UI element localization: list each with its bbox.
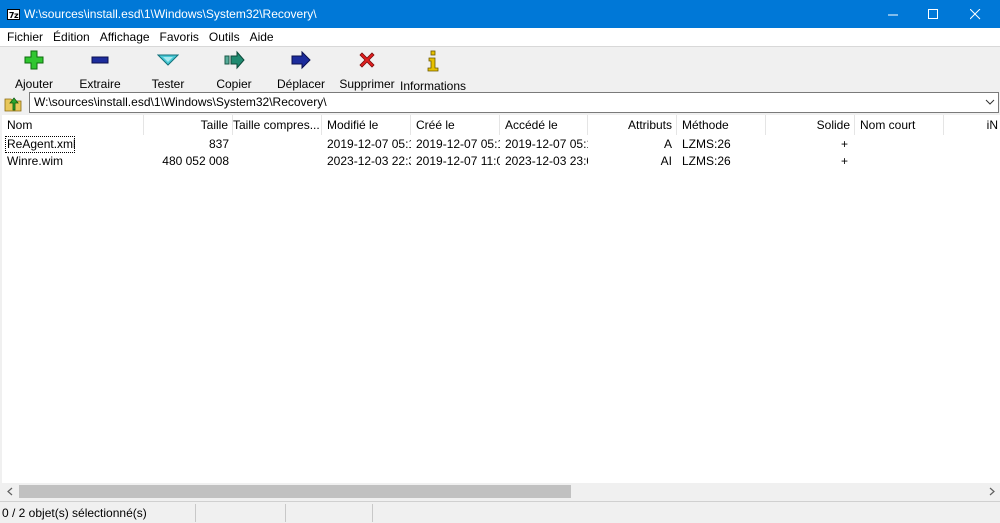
extract-label: Extraire [79,77,121,91]
file-method: LZMS:26 [682,137,731,151]
add-button[interactable]: Ajouter [14,50,54,91]
delete-button[interactable]: Supprimer [339,50,395,91]
file-accessed: 2023-12-03 23:00 [505,154,588,168]
close-icon [969,8,980,19]
file-modified: 2023-12-03 22:36 [327,154,411,168]
extract-button[interactable]: Extraire [79,50,121,91]
selection-status: 0 / 2 objet(s) sélectionné(s) [2,504,196,522]
toolbar: Ajouter Extraire Tester Copier Déplacer … [0,46,1000,93]
menu-fichier[interactable]: Fichier [2,30,48,44]
menu-favoris[interactable]: Favoris [155,30,204,44]
file-method: LZMS:26 [682,154,731,168]
column-header-solid[interactable]: Solide [766,115,855,135]
file-accessed: 2019-12-07 05:12 [505,137,588,151]
column-header-modified[interactable]: Modifié le [322,115,411,135]
file-list[interactable]: Nom Taille Taille compres... Modifié le … [2,115,1000,483]
file-size: 837 [208,137,229,151]
file-created: 2019-12-07 11:06 [416,154,500,168]
file-attributes: A [663,137,672,151]
menu-bar: Fichier Édition Affichage Favoris Outils… [0,28,1000,46]
minus-icon [88,50,112,70]
file-attributes: AI [660,154,672,168]
file-solid: + [840,137,848,151]
column-header-attributes[interactable]: Attributs [588,115,677,135]
column-header-created[interactable]: Créé le [411,115,500,135]
column-header-size[interactable]: Taille [144,115,233,135]
file-created: 2019-12-07 05:14 [416,137,500,151]
menu-affichage[interactable]: Affichage [95,30,155,44]
horizontal-scrollbar[interactable] [2,483,1000,500]
plus-icon [22,50,46,70]
file-packed-size [233,136,318,153]
column-header-name[interactable]: Nom [2,115,144,135]
window-controls [870,0,1000,28]
window-title: W:\sources\install.esd\1\Windows\System3… [24,7,317,21]
table-row[interactable]: Winre.wim 480 052 008 2023-12-03 22:36 2… [2,153,1000,170]
menu-edition[interactable]: Édition [48,30,95,44]
folder-up-icon[interactable] [4,94,22,112]
maximize-icon [927,8,938,19]
info-icon [421,50,445,72]
scroll-right-icon[interactable] [987,485,997,498]
move-button[interactable]: Déplacer [276,50,326,91]
address-value: W:\sources\install.esd\1\Windows\System3… [34,95,327,109]
file-packed-size [233,153,318,170]
delete-x-icon [355,50,379,70]
test-label: Tester [151,77,185,91]
add-label: Ajouter [14,77,54,91]
copy-arrow-icon [222,50,246,70]
column-header-method[interactable]: Méthode [677,115,766,135]
menu-outils[interactable]: Outils [204,30,245,44]
file-size: 480 052 008 [162,154,229,168]
check-arrow-icon [156,50,180,70]
column-header-packed-size[interactable]: Taille compres... [233,115,322,135]
file-solid: + [840,154,848,168]
status-bar: 0 / 2 objet(s) sélectionné(s) [0,501,1000,523]
address-input[interactable]: W:\sources\install.esd\1\Windows\System3… [29,92,999,113]
chevron-down-icon[interactable] [984,96,996,108]
close-button[interactable] [950,0,1000,28]
file-modified: 2019-12-07 05:12 [327,137,411,151]
column-header-short-name[interactable]: Nom court [855,115,944,135]
status-pane-packed [286,504,373,522]
minimize-button[interactable] [870,0,916,28]
status-pane-info [373,504,1000,522]
delete-label: Supprimer [339,77,395,91]
file-name: ReAgent.xml [5,136,75,153]
move-arrow-icon [289,50,313,70]
scrollbar-thumb[interactable] [19,485,571,498]
test-button[interactable]: Tester [148,50,188,91]
minimize-icon [887,14,898,15]
table-row[interactable]: ReAgent.xml 837 2019-12-07 05:12 2019-12… [2,136,1000,153]
file-short-name [860,153,944,170]
file-short-name [860,136,944,153]
maximize-button[interactable] [916,0,950,28]
7zip-app-icon[interactable]: 7z [7,8,20,20]
info-button[interactable]: Informations [400,50,466,93]
scroll-left-icon[interactable] [5,485,15,498]
copy-button[interactable]: Copier [214,50,254,91]
column-header-inode[interactable]: iN [944,115,1000,135]
status-pane-size [196,504,286,522]
copy-label: Copier [216,77,252,91]
menu-aide[interactable]: Aide [245,30,279,44]
move-label: Déplacer [276,77,326,91]
column-header-accessed[interactable]: Accédé le [500,115,588,135]
address-bar: W:\sources\install.esd\1\Windows\System3… [0,91,1000,115]
title-bar: 7z W:\sources\install.esd\1\Windows\Syst… [0,0,1000,28]
file-name: Winre.wim [7,154,63,168]
